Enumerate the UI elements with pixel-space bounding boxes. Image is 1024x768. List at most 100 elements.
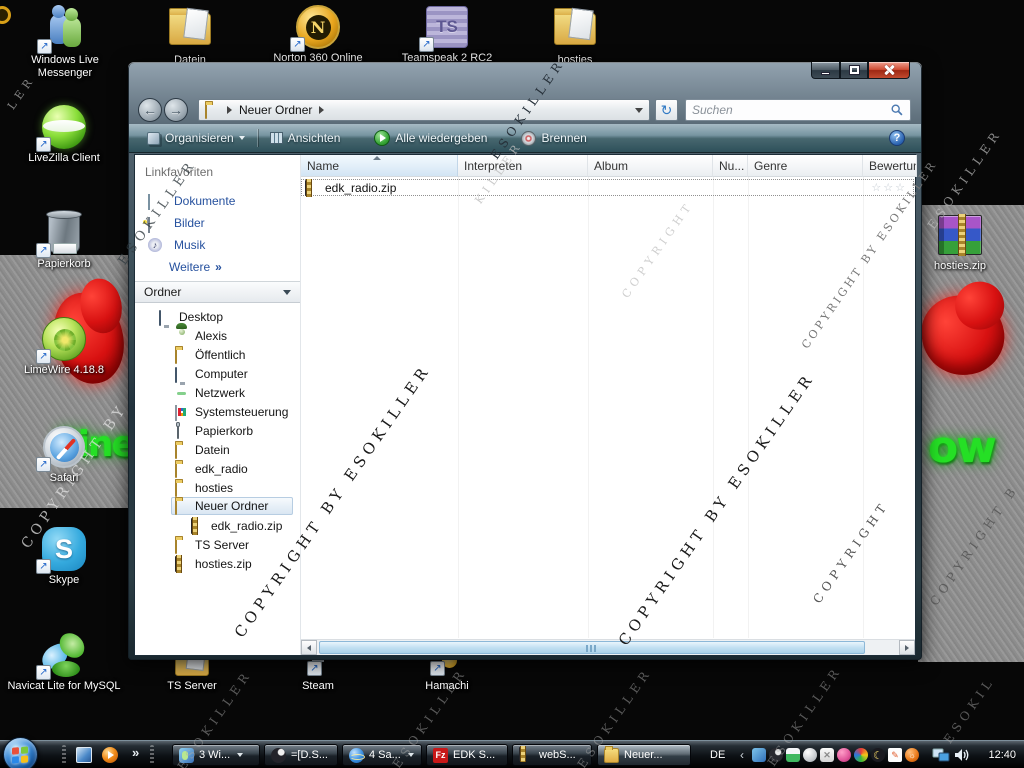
- tree-item-edk-radio[interactable]: edk_radio: [135, 459, 298, 478]
- tree-item-desktop[interactable]: Desktop: [135, 307, 298, 326]
- show-desktop-icon[interactable]: [76, 747, 92, 763]
- folders-bar[interactable]: Ordner: [135, 281, 300, 303]
- tray-volume-icon[interactable]: [954, 747, 971, 763]
- tree-item-neuer-ordner-selected[interactable]: Neuer Ordner: [171, 497, 293, 515]
- sidebar-item-more[interactable]: Weitere »: [135, 257, 300, 277]
- horizontal-scrollbar[interactable]: [301, 639, 915, 655]
- breadcrumb[interactable]: Neuer Ordner: [198, 99, 650, 121]
- tray-swirl-app-icon[interactable]: [854, 748, 868, 762]
- tray-messenger-icon[interactable]: [752, 748, 766, 762]
- tree-item-label: TS Server: [195, 537, 250, 552]
- taskbar-button-steam[interactable]: =[D.S...: [264, 744, 338, 766]
- help-button[interactable]: ?: [889, 130, 905, 146]
- chevron-down-icon: [237, 753, 244, 757]
- column-header-interpreten[interactable]: Interpreten: [458, 155, 588, 177]
- breadcrumb-dropdown-icon[interactable]: [635, 107, 643, 113]
- sidebar-item-musik[interactable]: Musik: [135, 235, 300, 255]
- play-all-button[interactable]: Alle wiedergeben: [368, 127, 493, 149]
- organize-button[interactable]: Organisieren: [141, 128, 251, 148]
- desktop-icon-papierkorb[interactable]: Papierkorb: [16, 210, 112, 271]
- column-header-genre[interactable]: Genre: [748, 155, 863, 177]
- tray-expand-icon[interactable]: [740, 748, 744, 762]
- quicklaunch-overflow-icon[interactable]: [132, 745, 148, 761]
- desktop-icon-livezilla[interactable]: LiveZilla Client: [16, 104, 112, 165]
- desktop-icon-skype[interactable]: Skype: [16, 526, 112, 587]
- internet-explorer-icon: [349, 747, 365, 763]
- desktop-icon-label: Safari: [49, 472, 79, 484]
- start-button[interactable]: [3, 737, 38, 768]
- desktop-icon-hosties-zip[interactable]: hosties.zip: [912, 212, 1008, 273]
- views-button[interactable]: Ansichten: [264, 128, 347, 148]
- tree-item-ts-server[interactable]: TS Server: [135, 535, 298, 554]
- tray-steam-icon[interactable]: [769, 748, 783, 762]
- back-button[interactable]: ←: [138, 98, 162, 122]
- breadcrumb-item[interactable]: Neuer Ordner: [239, 103, 312, 117]
- tree-item-papierkorb[interactable]: Papierkorb: [135, 421, 298, 440]
- tray-sphere-icon[interactable]: [803, 748, 817, 762]
- tree-item-label: Papierkorb: [195, 423, 254, 438]
- desktop-icon-norton[interactable]: Norton 360 Online: [270, 4, 366, 65]
- clock[interactable]: 12:40: [988, 749, 1016, 761]
- tray-pink-app-icon[interactable]: [837, 748, 851, 762]
- desktop-monitor-icon: [159, 309, 174, 326]
- desktop-icon-datein[interactable]: Datein: [142, 6, 238, 67]
- desktop-icon-hosties[interactable]: hosties: [527, 6, 623, 67]
- maximize-button[interactable]: [840, 62, 868, 79]
- forward-button[interactable]: →: [164, 98, 188, 122]
- tree-item-netzwerk[interactable]: Netzwerk: [135, 383, 298, 402]
- tray-person-status-icon[interactable]: [786, 748, 800, 762]
- folder-icon: [175, 347, 190, 364]
- tray-network-icon[interactable]: [932, 747, 950, 763]
- tray-x-app-icon[interactable]: [820, 748, 834, 762]
- scroll-left-button[interactable]: [301, 640, 317, 655]
- column-header-bewertung[interactable]: Bewertung: [863, 155, 917, 177]
- column-header-album[interactable]: Album: [588, 155, 713, 177]
- media-player-icon[interactable]: [102, 747, 118, 763]
- shortcut-arrow-icon: [36, 665, 51, 680]
- desktop-icon-navicat[interactable]: Navicat Lite for MySQL: [0, 632, 136, 693]
- file-row-edk-radio-zip[interactable]: edk_radio.zip ☆☆☆: [301, 179, 914, 196]
- tree-item-hosties[interactable]: hosties: [135, 478, 298, 497]
- search-input[interactable]: [692, 103, 890, 117]
- scrollbar-thumb[interactable]: [319, 641, 865, 654]
- search-box: [685, 99, 911, 121]
- desktop-icon-limewire[interactable]: LimeWire 4.18.8: [16, 316, 112, 377]
- desktop-icon-label: Steam: [302, 680, 334, 692]
- refresh-button[interactable]: ↻: [655, 99, 678, 121]
- steam-icon: [271, 747, 286, 763]
- taskbar-button-neuer-ordner[interactable]: Neuer...: [597, 744, 691, 766]
- views-label: Ansichten: [287, 131, 341, 145]
- language-indicator[interactable]: DE: [710, 749, 725, 761]
- column-label: Nu...: [719, 158, 745, 173]
- taskbar-button-group-2[interactable]: 4 Sa...: [342, 744, 422, 766]
- navigation-pane: Linkfavoriten Dokumente Bilder Musik Wei…: [135, 155, 301, 655]
- close-button[interactable]: [868, 62, 910, 79]
- tree-item-hosties-zip[interactable]: hosties.zip: [135, 554, 298, 573]
- desktop-icon-windows-live-messenger[interactable]: Windows Live Messenger: [17, 5, 113, 80]
- column-header-nummer[interactable]: Nu...: [713, 155, 748, 177]
- desktop-icon-safari[interactable]: Safari: [16, 424, 112, 485]
- burn-button[interactable]: Brennen: [515, 128, 592, 149]
- taskbar-button-winrar[interactable]: webS...: [512, 744, 592, 766]
- tray-moon-app-icon[interactable]: [871, 748, 885, 762]
- rating-stars-icon[interactable]: ☆☆☆: [871, 181, 907, 194]
- sidebar-item-bilder[interactable]: Bilder: [135, 213, 300, 233]
- taskbar-button-group-1[interactable]: 3 Wi...: [172, 744, 260, 766]
- skype-icon: [36, 526, 89, 574]
- search-icon[interactable]: [890, 103, 904, 117]
- grid-line: [588, 177, 589, 638]
- tree-item-datein[interactable]: Datein: [135, 440, 298, 459]
- tray-orange-app-icon[interactable]: [905, 748, 919, 762]
- tree-item-oeffentlich[interactable]: Öffentlich: [135, 345, 298, 364]
- tree-item-systemsteuerung[interactable]: Systemsteuerung: [135, 402, 298, 421]
- tree-item-edk-radio-zip[interactable]: edk_radio.zip: [135, 516, 298, 535]
- tree-item-computer[interactable]: Computer: [135, 364, 298, 383]
- scroll-right-button[interactable]: [899, 640, 915, 655]
- sidebar-item-dokumente[interactable]: Dokumente: [135, 191, 300, 211]
- taskbar-button-filezilla[interactable]: EDK S...: [426, 744, 508, 766]
- tree-item-alexis[interactable]: Alexis: [135, 326, 298, 345]
- minimize-button[interactable]: [811, 62, 840, 79]
- tray-notes-app-icon[interactable]: [888, 748, 902, 762]
- column-header-name[interactable]: Name: [301, 155, 458, 177]
- desktop-icon-teamspeak[interactable]: Teamspeak 2 RC2: [399, 4, 495, 65]
